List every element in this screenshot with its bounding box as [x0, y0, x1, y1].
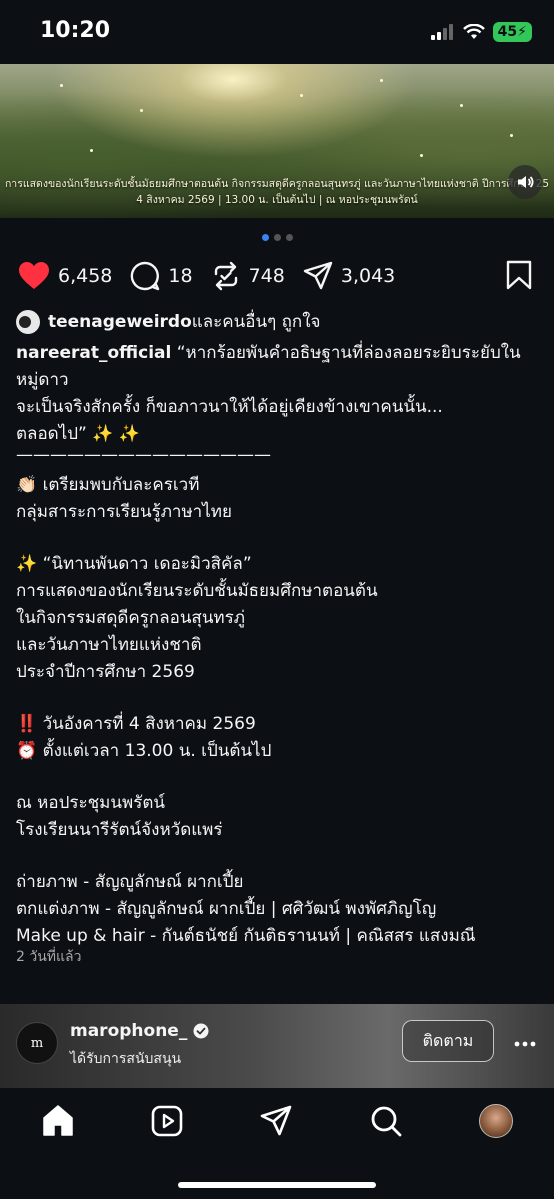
speaker-icon — [518, 176, 534, 188]
battery-level: 45 — [497, 24, 518, 40]
more-options-button[interactable] — [514, 1032, 536, 1051]
like-count[interactable]: 6,458 — [58, 265, 112, 287]
caption-line: ถ่ายภาพ - สัญญูลักษณ์ ผากเปี้ย — [16, 872, 244, 892]
send-icon — [303, 261, 333, 290]
heart-icon — [19, 262, 49, 289]
repost-icon — [214, 261, 237, 291]
caption-username[interactable]: nareerat_official — [16, 343, 171, 363]
liked-by-text: และคนอื่นๆ ถูกใจ — [191, 312, 321, 332]
status-bar: 10:20 45⚡ — [0, 0, 554, 64]
comment-button[interactable]: 18 — [130, 261, 193, 291]
avatar[interactable] — [479, 1104, 513, 1138]
avatar[interactable] — [16, 309, 40, 334]
carousel-indicator — [0, 234, 554, 241]
sponsored-label: ได้รับการสนับสนุน — [70, 1051, 182, 1067]
reels-icon — [151, 1105, 183, 1137]
like-button[interactable]: 6,458 — [18, 261, 112, 291]
caption-line: ‼️ วันอังคารที่ 4 สิงหาคม 2569 — [16, 714, 256, 734]
post-actions: 6,458 18 748 3,043 — [18, 256, 536, 296]
caption-line: ตลอดไป” ✨ ✨ — [16, 424, 140, 444]
tab-home[interactable] — [40, 1103, 76, 1139]
follow-button-label: ติดตาม — [422, 1030, 474, 1050]
more-dots-icon — [514, 1041, 536, 1047]
carousel-dot — [285, 234, 293, 241]
caption-line: ⏰ ตั้งแต่เวลา 13.00 น. เป็นต้นไป — [16, 741, 272, 761]
media-caption-line2: 4 สิงหาคม 2569 | 13.00 น. เป็นต้นไป | ณ … — [136, 194, 418, 206]
wifi-icon — [462, 24, 485, 39]
repost-count[interactable]: 748 — [249, 265, 285, 287]
status-icons: 45⚡ — [430, 22, 532, 42]
avatar[interactable]: m — [16, 1022, 58, 1064]
mute-toggle-button[interactable] — [508, 165, 542, 199]
caption-line: ตกแต่งภาพ - สัญญูลักษณ์ ผากเปี้ย | ศศิวั… — [16, 899, 437, 919]
caption-line: 👏🏻 เตรียมพบกับละครเวที — [16, 475, 200, 495]
next-post-username[interactable]: marophone_ — [70, 1021, 187, 1041]
post-media[interactable]: การแสดงของนักเรียนระดับชั้นมัธยมศึกษาตอน… — [0, 64, 554, 218]
send-icon — [260, 1105, 292, 1136]
next-post-header: m marophone_ ได้รับการสนับสนุน ติดตาม — [0, 1004, 554, 1088]
carousel-dot-active — [261, 234, 269, 241]
verified-badge-icon — [193, 1023, 209, 1039]
caption-line: ✨ “นิทานพันดาว เดอะมิวสิคัล” — [16, 554, 252, 574]
caption-line: จะเป็นจริงสักครั้ง ก็ขอภาวนาให้ได้อยู่เค… — [16, 397, 443, 417]
avatar-logo-text: m — [30, 1035, 44, 1051]
next-post-user[interactable]: marophone_ — [70, 1021, 209, 1041]
battery-indicator: 45⚡ — [492, 22, 532, 42]
caption-line: โรงเรียนนารีรัตน์จังหวัดแพร่ — [16, 820, 223, 840]
caption-line: ประจำปีการศึกษา 2569 — [16, 662, 195, 682]
home-icon — [43, 1105, 73, 1136]
comment-icon — [131, 261, 160, 291]
carousel-dot — [273, 234, 281, 241]
tab-search[interactable] — [368, 1103, 404, 1139]
cellular-signal-icon — [430, 24, 453, 40]
comment-count[interactable]: 18 — [168, 265, 192, 287]
follow-button[interactable]: ติดตาม — [402, 1020, 494, 1062]
caption-line: การแสดงของนักเรียนระดับชั้นมัธยมศึกษาตอน… — [16, 581, 378, 601]
caption-line: ณ หอประชุมนพรัตน์ — [16, 793, 166, 813]
caption-divider: ——————————————— — [16, 445, 271, 465]
search-icon — [371, 1106, 402, 1137]
tab-messages[interactable] — [258, 1103, 294, 1139]
home-indicator — [178, 1182, 376, 1188]
charging-icon: ⚡ — [517, 24, 527, 40]
media-caption: การแสดงของนักเรียนระดับชั้นมัธยมศึกษาตอน… — [0, 176, 554, 208]
media-caption-line1: การแสดงของนักเรียนระดับชั้นมัธยมศึกษาตอน… — [4, 178, 550, 190]
caption-line: Make up & hair - กันต์ธนัชย์ กันติธรานนท… — [16, 926, 476, 946]
tab-reels[interactable] — [149, 1103, 185, 1139]
caption-line: และวันภาษาไทยแห่งชาติ — [16, 635, 202, 655]
save-button[interactable] — [506, 260, 532, 294]
share-count[interactable]: 3,043 — [341, 265, 395, 287]
repost-button[interactable]: 748 — [211, 261, 285, 291]
liked-by-username[interactable]: teenageweirdo — [48, 312, 192, 332]
caption-line: กลุ่มสาระการเรียนรู้ภาษาไทย — [16, 502, 232, 522]
status-time: 10:20 — [40, 18, 111, 43]
caption-line: ในกิจกรรมสดุดีครูกลอนสุนทรภู่ — [16, 608, 245, 628]
share-button[interactable]: 3,043 — [303, 261, 395, 291]
bookmark-icon — [506, 260, 532, 290]
liked-by-row[interactable]: teenageweirdo และคนอื่นๆ ถูกใจ — [16, 308, 320, 335]
post-timestamp: 2 วันที่แล้ว — [16, 949, 82, 965]
tab-profile[interactable] — [478, 1103, 514, 1139]
post-caption: nareerat_official “หากร้อยพันคำอธิษฐานที… — [16, 340, 541, 950]
